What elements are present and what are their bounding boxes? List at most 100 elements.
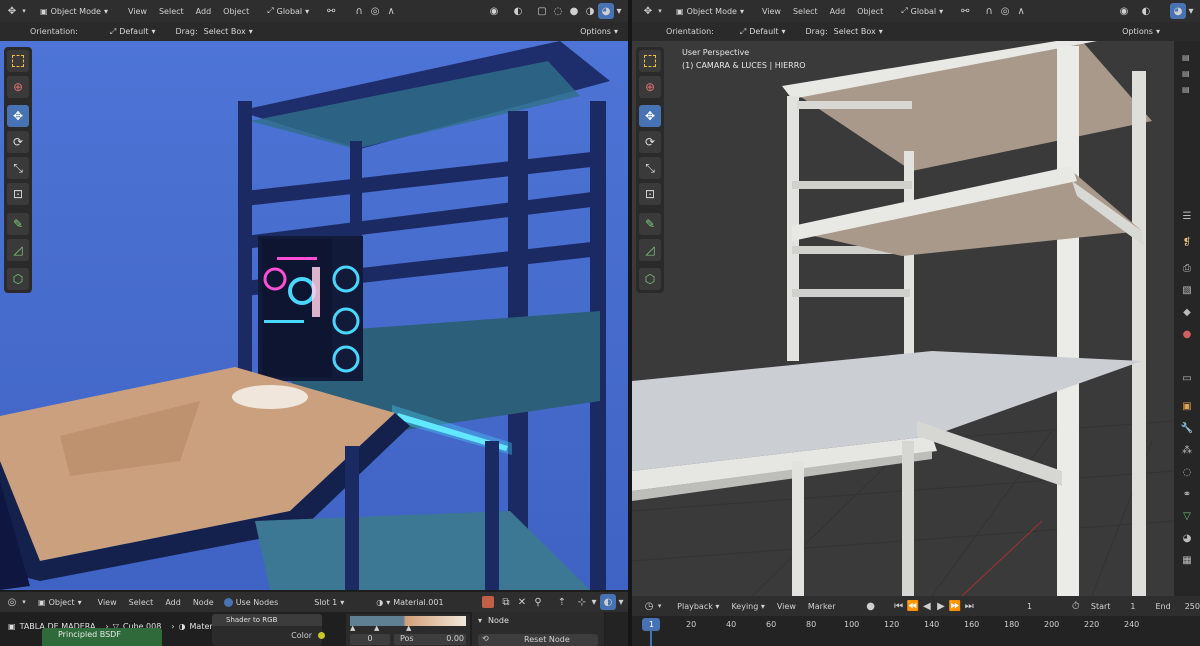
constraints-icon[interactable]: ⚭	[1177, 484, 1197, 504]
ramp-stop-handle[interactable]: ▲	[350, 624, 355, 632]
transform-orientation-dropdown[interactable]: ⤢ Global ▾	[261, 3, 315, 20]
node-editor-canvas[interactable]: ▣ TABLA DE MADERA › ▽ Cube.008 › ◑ Mater…	[0, 612, 628, 646]
editor-type-icon[interactable]: ✥	[640, 3, 656, 19]
jump-start-icon[interactable]: ⏮	[892, 598, 906, 614]
visibility-icon[interactable]: ◉	[486, 3, 502, 19]
transform-tool[interactable]: ⊡	[7, 183, 29, 205]
tool-properties-icon[interactable]: ☰	[1177, 206, 1197, 226]
material-properties-icon[interactable]: ◕	[1177, 528, 1197, 548]
editor-type-icon[interactable]: ◎	[4, 594, 20, 610]
menu-add[interactable]: Add	[824, 7, 852, 16]
visibility-icon[interactable]: ◉	[1116, 3, 1132, 19]
menu-view[interactable]: View	[92, 598, 123, 607]
measure-tool[interactable]: ◿	[639, 239, 661, 261]
record-icon[interactable]: ●	[864, 598, 878, 614]
reset-node-button[interactable]: ⟲ Reset Node	[478, 634, 598, 646]
add-cube-tool[interactable]: ⬡	[639, 268, 661, 290]
pivot-icon[interactable]: ⚯	[323, 3, 339, 19]
jump-end-icon[interactable]: ⏭	[962, 598, 976, 614]
chevron-down-icon[interactable]: ▾	[616, 594, 626, 610]
end-field[interactable]: End 250	[1156, 602, 1200, 611]
left-viewport-canvas[interactable]: ⊕ ✥ ⟳ ⤡ ⊡ ✎ ◿ ⬡	[0, 41, 628, 590]
orientation-dropdown[interactable]: ⤢ Default ▾	[734, 23, 792, 40]
principled-bsdf-node[interactable]: Principled BSDF	[42, 628, 162, 646]
ramp-stop-handle[interactable]: ▲	[406, 624, 411, 632]
transform-tool[interactable]: ⊡	[639, 183, 661, 205]
shading-material-icon[interactable]: ◑	[582, 3, 598, 19]
proportional-edit-icon[interactable]: ◎	[367, 3, 383, 19]
outliner-icon[interactable]: ▤	[1182, 85, 1190, 94]
menu-select[interactable]: Select	[153, 7, 190, 16]
options-dropdown[interactable]: Options ▾	[574, 23, 624, 40]
mode-dropdown[interactable]: ▣ Object Mode ▾	[34, 3, 114, 20]
overlays-icon[interactable]: ◐	[510, 3, 526, 19]
right-viewport-canvas[interactable]: User Perspective (1) CAMARA & LUCES | HI…	[632, 41, 1174, 596]
slot-dropdown[interactable]: Slot 1 ▾	[308, 594, 350, 611]
pin-icon[interactable]: ⚲	[530, 594, 546, 610]
proportional-edit-icon[interactable]: ◎	[997, 3, 1013, 19]
menu-view[interactable]: View	[771, 602, 802, 611]
menu-node[interactable]: Node	[187, 598, 220, 607]
rotate-tool[interactable]: ⟳	[639, 131, 661, 153]
falloff-icon[interactable]: ∧	[383, 3, 399, 19]
node-panel-title[interactable]: Node	[488, 616, 509, 625]
snap-icon[interactable]: ∩	[351, 3, 367, 19]
data-properties-icon[interactable]: ▽	[1177, 506, 1197, 526]
ramp-index-field[interactable]: 0	[350, 634, 390, 645]
color-socket[interactable]	[318, 632, 325, 639]
cursor-tool[interactable]: ⊕	[7, 76, 29, 98]
use-nodes-toggle[interactable]: Use Nodes	[223, 597, 278, 607]
world-properties-icon[interactable]: ●	[1177, 324, 1197, 344]
annotate-tool[interactable]: ✎	[7, 213, 29, 235]
xray-icon[interactable]: ▢	[534, 3, 550, 19]
ramp-stop-handle[interactable]: ▲	[374, 624, 379, 632]
select-box-tool[interactable]	[639, 50, 661, 72]
timeline-ruler[interactable]	[632, 616, 1200, 646]
material-color-swatch[interactable]	[482, 596, 494, 608]
falloff-icon[interactable]: ∧	[1013, 3, 1029, 19]
view-layer-icon[interactable]: ▧	[1177, 280, 1197, 300]
shader-to-rgb-node[interactable]: Shader to RGB Color	[212, 614, 325, 646]
play-reverse-icon[interactable]: ◀	[920, 598, 934, 614]
move-tool[interactable]: ✥	[7, 105, 29, 127]
chevron-down-icon[interactable]: ▾	[656, 3, 664, 19]
menu-select[interactable]: Select	[123, 598, 160, 607]
physics-icon[interactable]: ◌	[1177, 462, 1197, 482]
add-cube-tool[interactable]: ⬡	[7, 268, 29, 290]
current-frame-field[interactable]: 1	[1016, 602, 1042, 611]
options-dropdown[interactable]: Options ▾	[1116, 23, 1166, 40]
menu-view[interactable]: View	[122, 7, 153, 16]
scene-properties-icon[interactable]: ◆	[1177, 302, 1197, 322]
duplicate-icon[interactable]: ⧉	[498, 594, 514, 610]
menu-playback[interactable]: Playback ▾	[671, 602, 725, 611]
render-properties-icon[interactable]: ❡	[1177, 232, 1197, 252]
jump-keyframe-forward-icon[interactable]: ⏩	[948, 598, 962, 614]
editor-type-icon[interactable]: ◷	[642, 598, 656, 614]
shading-solid-icon[interactable]: ●	[566, 3, 582, 19]
menu-add[interactable]: Add	[190, 7, 218, 16]
menu-select[interactable]: Select	[787, 7, 824, 16]
stopwatch-icon[interactable]: ⏱	[1069, 598, 1083, 614]
play-icon[interactable]: ▶	[934, 598, 948, 614]
outliner-icon[interactable]: ▤	[1182, 53, 1190, 62]
rotate-tool[interactable]: ⟳	[7, 131, 29, 153]
collection-properties-icon[interactable]: ▭	[1177, 368, 1197, 388]
chevron-down-icon[interactable]: ▾	[590, 594, 598, 610]
mode-dropdown[interactable]: ▣ Object Mode ▾	[670, 3, 750, 20]
chevron-down-icon[interactable]: ▾	[20, 594, 28, 610]
drag-dropdown[interactable]: Select Box ▾	[828, 23, 889, 40]
drag-dropdown[interactable]: Select Box ▾	[198, 23, 259, 40]
overlays-icon[interactable]: ◐	[1138, 3, 1154, 19]
cursor-tool[interactable]: ⊕	[639, 76, 661, 98]
menu-keying[interactable]: Keying ▾	[725, 602, 770, 611]
shading-rendered-icon[interactable]: ◕	[598, 3, 614, 19]
texture-properties-icon[interactable]: ▦	[1177, 550, 1197, 570]
delete-icon[interactable]: ✕	[514, 594, 530, 610]
overlays-icon[interactable]: ◐	[600, 594, 616, 610]
color-ramp-node[interactable]: ▲ ▲ ▲ 0 Pos 0.00	[346, 614, 470, 646]
scale-tool[interactable]: ⤡	[639, 157, 661, 179]
select-box-tool[interactable]	[7, 50, 29, 72]
transform-orientation-dropdown[interactable]: ⤢ Global ▾	[895, 3, 949, 20]
jump-keyframe-back-icon[interactable]: ⏪	[906, 598, 920, 614]
scale-tool[interactable]: ⤡	[7, 157, 29, 179]
